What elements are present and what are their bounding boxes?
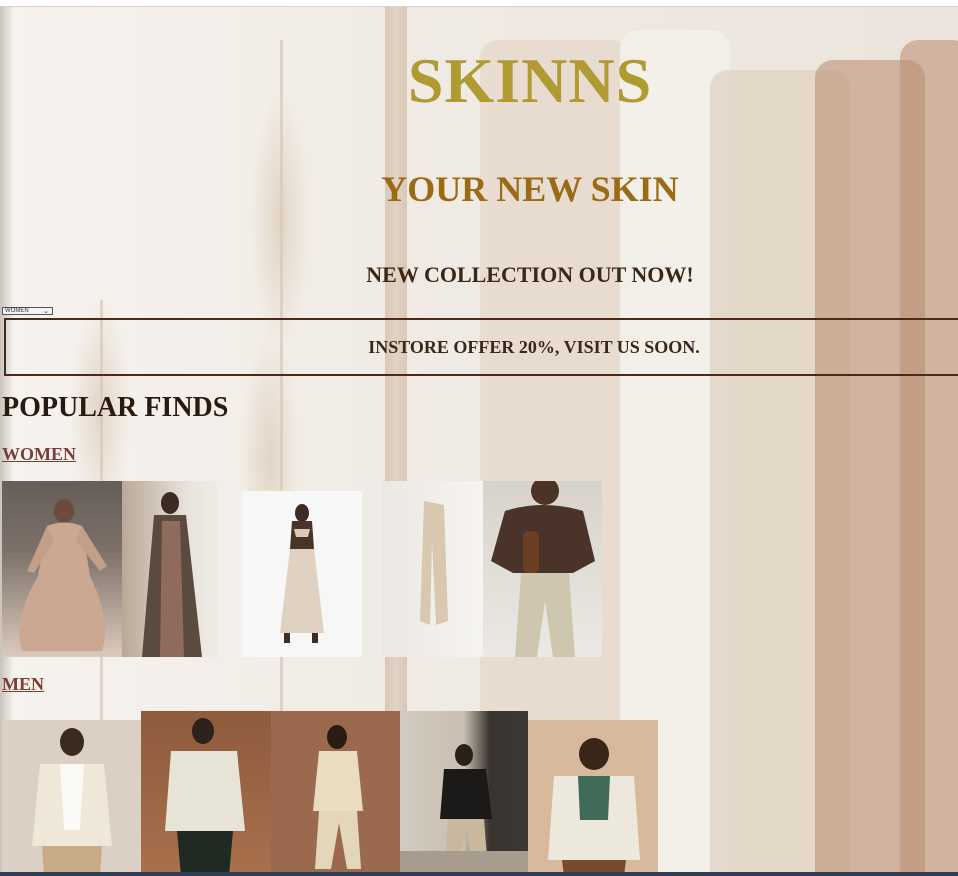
category-dropdown[interactable]: WOMEN ⌄ [2, 307, 53, 315]
women-photo-brown-sweater[interactable] [483, 481, 602, 657]
window-bottom-edge [0, 872, 958, 876]
brand-title: SKINNS [407, 45, 653, 116]
men-photo-black-shirt[interactable] [400, 711, 528, 876]
men-photo-cream-jacket[interactable] [528, 720, 658, 876]
women-photo-satin-skirt[interactable] [242, 491, 362, 657]
window-top-edge [0, 0, 958, 7]
women-photo-satin-wrap-dress[interactable] [2, 481, 122, 657]
offer-banner: INSTORE OFFER 20%, VISIT US SOON. [4, 318, 958, 376]
men-photo-cream-blazer[interactable] [2, 720, 141, 876]
tagline: YOUR NEW SKIN [381, 169, 679, 209]
chevron-down-icon: ⌄ [43, 307, 49, 315]
women-photo-long-coat[interactable] [122, 481, 242, 657]
popular-finds-heading: POPULAR FINDS [2, 392, 229, 423]
men-photo-cream-suit[interactable] [271, 711, 400, 876]
category-dropdown-value: WOMEN [5, 308, 29, 314]
collection-announcement: NEW COLLECTION OUT NOW! [366, 262, 694, 287]
men-photo-cream-shirt[interactable] [141, 711, 271, 876]
women-link[interactable]: WOMEN [2, 444, 76, 465]
women-photo-cream-trousers[interactable] [362, 481, 483, 657]
offer-text: INSTORE OFFER 20%, VISIT US SOON. [368, 336, 700, 357]
men-link[interactable]: MEN [2, 674, 44, 695]
